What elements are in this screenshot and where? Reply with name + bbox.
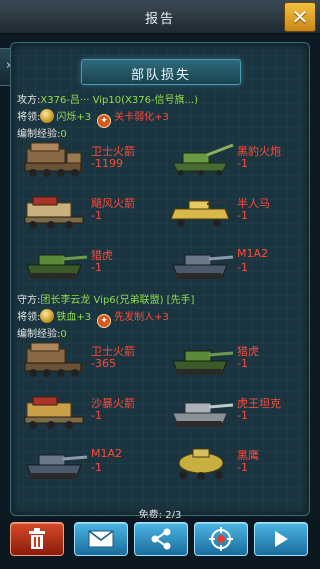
defender-exp-line: 编制经验:0 [17, 325, 67, 340]
section-title: 部队损失 [130, 68, 191, 83]
tank-icon [26, 254, 88, 279]
unit-loss: -1 [237, 157, 248, 170]
unit-loss: -1 [91, 261, 102, 274]
attacker-line: 攻方:X376-吕··· Vip10(X376-信号旗...) [17, 91, 198, 106]
armored-car-icon [170, 200, 230, 227]
unit-loss: -365 [91, 357, 116, 370]
rocket-launcher-icon [24, 196, 84, 229]
medal-icon [40, 309, 55, 323]
attacker-general: 闪烁+3 [56, 112, 92, 123]
skill-icon: ✦ [97, 314, 112, 328]
unit-card: 飓风火箭 -1 [11, 191, 161, 237]
unit-loss: -1 [237, 209, 248, 222]
attacker-name-rest: ··· Vip10(X376-信号旗...) [79, 95, 198, 106]
delete-button[interactable] [10, 522, 64, 556]
unit-card: 猎虎 -1 [11, 243, 161, 289]
unit-loss: -1199 [91, 157, 123, 170]
unit-loss: -1 [91, 409, 102, 422]
artillery-icon [172, 143, 234, 176]
unit-loss: -1 [91, 209, 102, 222]
defender-skill: 先发制人+3 [114, 312, 169, 323]
tank-icon [26, 454, 88, 479]
defender-general-label: 将领: [17, 312, 41, 323]
unit-loss: -1 [237, 409, 248, 422]
unit-card: 卫士火箭 -365 [11, 339, 161, 385]
defender-name: 团长李云龙 Vip6(兄弟联盟) [先手] [40, 295, 195, 306]
report-panel: 部队损失 攻方:X376-吕··· Vip10(X376-信号旗...) 将领:… [10, 42, 310, 516]
target-icon [209, 527, 233, 551]
tank-icon [172, 254, 234, 279]
unit-card: 虎王坦克 -1 [157, 391, 307, 437]
attacker-prefix: 攻方: [17, 95, 41, 106]
unit-card: 黑豹火炮 -1 [157, 139, 307, 185]
header-bar: 报告 ✕ [0, 0, 320, 34]
defender-prefix: 守方: [17, 295, 41, 306]
share-icon [151, 528, 171, 550]
attacker-exp-line: 编制经验:0 [17, 125, 67, 140]
unit-card: 猎虎 -1 [157, 339, 307, 385]
locate-button[interactable] [194, 522, 248, 556]
trash-icon [29, 528, 45, 549]
page-title: 报告 [144, 12, 175, 27]
unit-loss: -1 [237, 461, 248, 474]
attacker-general-label: 将领: [17, 112, 41, 123]
unit-card: M1A2 -1 [157, 243, 307, 289]
skill-icon: ✦ [97, 114, 112, 128]
armored-car-icon [178, 448, 224, 480]
unit-card: M1A2 -1 [11, 443, 161, 489]
bottom-toolbar [0, 518, 320, 569]
rocket-launcher-icon [24, 396, 84, 429]
unit-loss: -1 [237, 357, 248, 370]
unit-loss: -1 [237, 261, 248, 274]
tank-icon [172, 350, 234, 375]
unit-card: 卫士火箭 -1199 [11, 139, 161, 185]
share-button[interactable] [134, 522, 188, 556]
medal-icon [40, 109, 55, 123]
defender-line: 守方:团长李云龙 Vip6(兄弟联盟) [先手] [17, 291, 194, 306]
attacker-skill: 关卡弱化+3 [114, 112, 169, 123]
attacker-name: X376-吕 [40, 95, 80, 106]
tank-icon [172, 402, 234, 427]
mail-button[interactable] [74, 522, 128, 556]
unit-name: M1A2 [91, 447, 123, 460]
defender-general: 铁血+3 [56, 312, 92, 323]
replay-button[interactable] [254, 522, 308, 556]
unit-name: M1A2 [237, 247, 269, 260]
unit-card: 黑鹰 -1 [157, 443, 307, 489]
section-title-bar: 部队损失 [81, 59, 241, 85]
unit-card: 沙暴火箭 -1 [11, 391, 161, 437]
play-icon [275, 531, 288, 547]
unit-loss: -1 [91, 461, 102, 474]
unit-card: 半人马 -1 [157, 191, 307, 237]
mail-icon [88, 530, 114, 548]
rocket-launcher-icon [24, 142, 82, 177]
close-button[interactable]: ✕ [284, 2, 316, 32]
rocket-launcher-icon [24, 342, 82, 377]
